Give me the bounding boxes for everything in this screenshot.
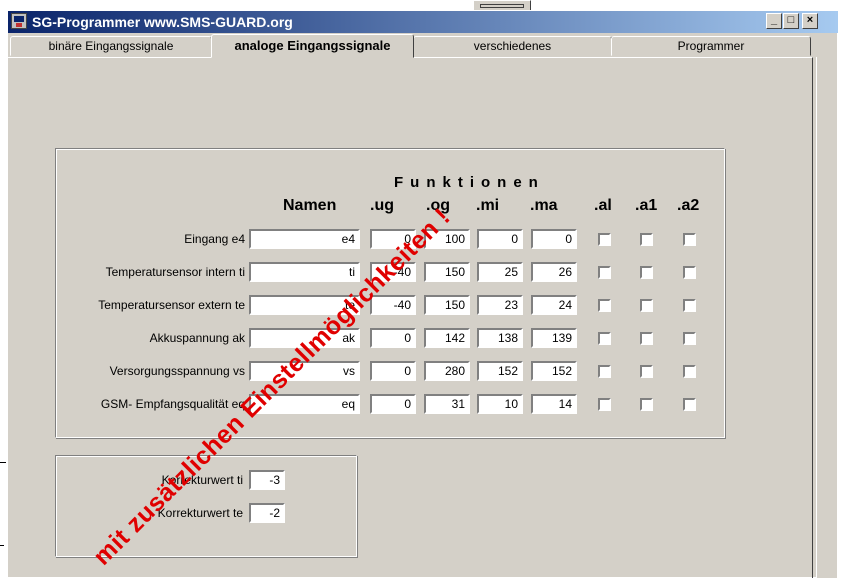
ug-field[interactable]: 0	[370, 394, 416, 414]
ma-field[interactable]: 0	[531, 229, 577, 249]
al-checkbox[interactable]	[598, 233, 611, 246]
tab-programmer[interactable]: Programmer	[611, 36, 811, 56]
col-a2: .a2	[677, 197, 700, 214]
mi-field[interactable]: 10	[477, 394, 523, 414]
a2-checkbox[interactable]	[683, 266, 696, 279]
minimize-button[interactable]: _	[766, 13, 782, 29]
edge-mark	[0, 545, 4, 546]
a1-checkbox[interactable]	[640, 233, 653, 246]
edge-mark	[0, 462, 6, 463]
ma-field[interactable]: 26	[531, 262, 577, 282]
a2-checkbox[interactable]	[683, 398, 696, 411]
close-button[interactable]: ×	[802, 13, 818, 29]
og-field[interactable]: 142	[424, 328, 470, 348]
mi-field[interactable]: 152	[477, 361, 523, 381]
col-mi: .mi	[476, 197, 500, 214]
funktionen-header: Funktionen	[394, 174, 545, 191]
tab-binaere-eingangssignale[interactable]: binäre Eingangssignale	[10, 36, 212, 56]
korrektur-ti-field[interactable]: -3	[249, 470, 285, 490]
a2-checkbox[interactable]	[683, 233, 696, 246]
a1-checkbox[interactable]	[640, 266, 653, 279]
ma-field[interactable]: 152	[531, 361, 577, 381]
og-field[interactable]: 150	[424, 262, 470, 282]
row-label: Akkuspannung ak	[149, 331, 245, 345]
al-checkbox[interactable]	[598, 398, 611, 411]
og-field[interactable]: 31	[424, 394, 470, 414]
a1-checkbox[interactable]	[640, 332, 653, 345]
ug-field[interactable]: 0	[370, 361, 416, 381]
tab-verschiedenes[interactable]: verschiedenes	[413, 36, 612, 56]
name-field[interactable]: ti	[249, 262, 360, 282]
col-ma: .ma	[530, 197, 558, 214]
row-label: Temperatursensor intern ti	[105, 265, 245, 279]
og-field[interactable]: 280	[424, 361, 470, 381]
a1-checkbox[interactable]	[640, 365, 653, 378]
col-a1: .a1	[635, 197, 658, 214]
restore-button[interactable]: □	[783, 13, 799, 29]
row-label: Eingang e4	[184, 232, 245, 246]
row-label: Versorgungsspannung vs	[109, 364, 245, 378]
col-ug: .ug	[370, 197, 394, 214]
al-checkbox[interactable]	[598, 365, 611, 378]
ma-field[interactable]: 14	[531, 394, 577, 414]
vertical-scrollbar[interactable]	[816, 57, 837, 578]
tab-strip: binäre Eingangssignale analoge Eingangss…	[8, 34, 813, 58]
og-field[interactable]: 150	[424, 295, 470, 315]
mi-field[interactable]: 138	[477, 328, 523, 348]
a2-checkbox[interactable]	[683, 332, 696, 345]
al-checkbox[interactable]	[598, 299, 611, 312]
a1-checkbox[interactable]	[640, 398, 653, 411]
ma-field[interactable]: 139	[531, 328, 577, 348]
a2-checkbox[interactable]	[683, 365, 696, 378]
a1-checkbox[interactable]	[640, 299, 653, 312]
col-al: .al	[594, 197, 612, 214]
mi-field[interactable]: 0	[477, 229, 523, 249]
al-checkbox[interactable]	[598, 266, 611, 279]
mi-field[interactable]: 25	[477, 262, 523, 282]
mi-field[interactable]: 23	[477, 295, 523, 315]
ug-field[interactable]: 0	[370, 328, 416, 348]
name-field[interactable]: e4	[249, 229, 360, 249]
a2-checkbox[interactable]	[683, 299, 696, 312]
app-icon[interactable]	[11, 13, 27, 29]
row-label: GSM- Empfangsqualität eq	[100, 397, 245, 411]
ma-field[interactable]: 24	[531, 295, 577, 315]
col-namen: Namen	[283, 197, 337, 214]
row-label: Temperatursensor extern te	[98, 298, 245, 312]
korrektur-te-field[interactable]: -2	[249, 503, 285, 523]
app-window: SG-Programmer www.SMS-GUARD.org _ □ × bi…	[7, 10, 838, 578]
title-bar[interactable]: SG-Programmer www.SMS-GUARD.org _ □ ×	[8, 11, 838, 33]
window-title: SG-Programmer www.SMS-GUARD.org	[32, 14, 293, 30]
tab-analoge-eingangssignale[interactable]: analoge Eingangssignale	[211, 34, 414, 58]
al-checkbox[interactable]	[598, 332, 611, 345]
